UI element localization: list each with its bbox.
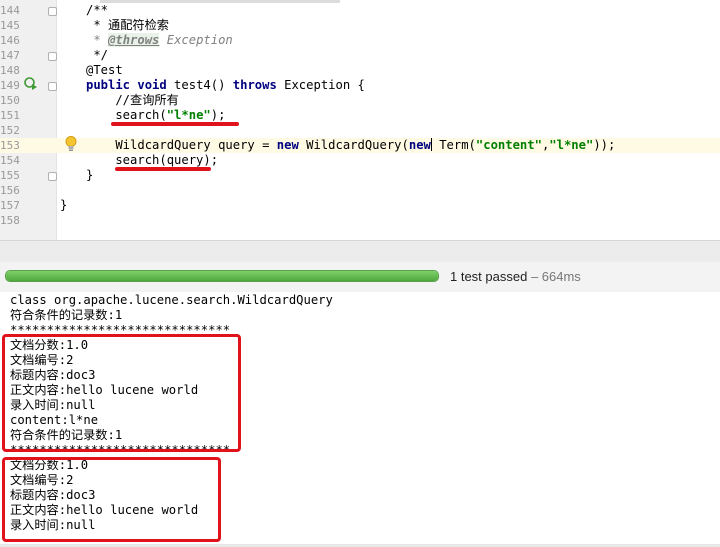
code-token: Exception [159, 33, 233, 47]
line-number: 147 [0, 49, 20, 62]
keyword-token: new [276, 138, 299, 152]
line-number: 145 [0, 19, 20, 32]
test-duration-text: – 664ms [527, 269, 581, 284]
string-token: "l*ne" [166, 108, 211, 122]
code-token: * [86, 33, 109, 47]
code-line[interactable]: 155 } [0, 168, 720, 183]
line-number: 150 [0, 94, 20, 107]
code-token: WildcardQuery( [298, 138, 409, 152]
line-number: 146 [0, 34, 20, 47]
line-number: 144 [0, 4, 20, 17]
code-line[interactable]: 150 //查询所有 [0, 93, 720, 108]
code-token: ); [210, 108, 226, 122]
code-line[interactable]: 152 [0, 123, 720, 138]
code-text: * @throws Exception [86, 33, 233, 48]
line-number: 151 [0, 109, 20, 122]
test-status-bar: 1 test passed – 664ms [0, 262, 720, 293]
console-output[interactable]: class org.apache.lucene.search.WildcardQ… [0, 292, 720, 547]
line-number: 152 [0, 124, 20, 137]
line-number: 155 [0, 169, 20, 182]
test-result-text: 1 test passed [450, 269, 528, 284]
lightbulb-icon[interactable] [65, 136, 77, 152]
code-text: } [86, 168, 94, 182]
fold-toggle-icon[interactable] [48, 52, 57, 61]
code-line[interactable]: 154 search(query); [0, 153, 720, 168]
code-line[interactable]: 144 /** [0, 3, 720, 18]
code-text: * 通配符检索 [86, 18, 169, 32]
test-progress-bar [5, 270, 439, 282]
code-text: */ [86, 48, 109, 62]
code-text: WildcardQuery query = new WildcardQuery(… [86, 138, 615, 153]
line-number: 154 [0, 154, 20, 167]
comment-text: //查询所有 [86, 93, 179, 107]
code-line[interactable]: 145 * 通配符检索 [0, 18, 720, 33]
javadoc-tag: @throws [108, 33, 160, 47]
code-text: } [60, 198, 68, 212]
string-token: "l*ne" [549, 138, 594, 152]
code-line[interactable]: 146 * @throws Exception [0, 33, 720, 48]
line-number: 153 [0, 139, 20, 152]
code-text: /** [86, 3, 109, 17]
string-token: "content" [475, 138, 542, 152]
test-result-summary: 1 test passed – 664ms [450, 269, 581, 284]
test-progress-fill [6, 271, 438, 281]
line-number: 158 [0, 214, 20, 227]
code-line-current[interactable]: 153 WildcardQuery query = new WildcardQu… [0, 138, 720, 153]
keyword-token: public void [86, 78, 167, 92]
annotation-text: @Test [86, 63, 123, 77]
code-line[interactable]: 158 [0, 213, 720, 228]
fold-toggle-icon[interactable] [48, 7, 57, 16]
code-token: search( [86, 108, 167, 122]
line-number: 156 [0, 184, 20, 197]
fold-toggle-icon[interactable] [48, 172, 57, 181]
console-line: class org.apache.lucene.search.WildcardQ… [10, 293, 333, 307]
red-highlight-box [2, 457, 221, 542]
code-line[interactable]: 149 public void test4() throws Exception… [0, 78, 720, 93]
line-number: 157 [0, 199, 20, 212]
code-line[interactable]: 156 [0, 183, 720, 198]
code-line[interactable]: 151 search("l*ne"); [0, 108, 720, 123]
code-token: WildcardQuery query = [86, 138, 277, 152]
code-token: )); [593, 138, 616, 152]
console-line: 符合条件的记录数:1 [10, 308, 123, 322]
code-editor[interactable]: 144 /** 145 * 通配符检索 146 * @throws Except… [0, 0, 720, 240]
code-token: Term( [431, 138, 476, 152]
panel-splitter[interactable] [0, 240, 720, 263]
keyword-token: new [408, 138, 431, 152]
line-number: 149 [0, 79, 20, 92]
code-line[interactable]: 148 @Test [0, 63, 720, 78]
code-text: search("l*ne"); [86, 108, 225, 123]
code-text: public void test4() throws Exception { [86, 78, 365, 93]
fold-toggle-icon[interactable] [48, 82, 57, 91]
code-token: Exception { [276, 78, 365, 92]
code-text: search(query); [86, 153, 219, 167]
code-line[interactable]: 147 */ [0, 48, 720, 63]
code-token: test4() [166, 78, 233, 92]
line-number: 148 [0, 64, 20, 77]
keyword-token: throws [232, 78, 277, 92]
code-line[interactable]: 157 } [0, 198, 720, 213]
run-test-icon[interactable] [24, 77, 38, 90]
red-highlight-box [2, 334, 241, 452]
